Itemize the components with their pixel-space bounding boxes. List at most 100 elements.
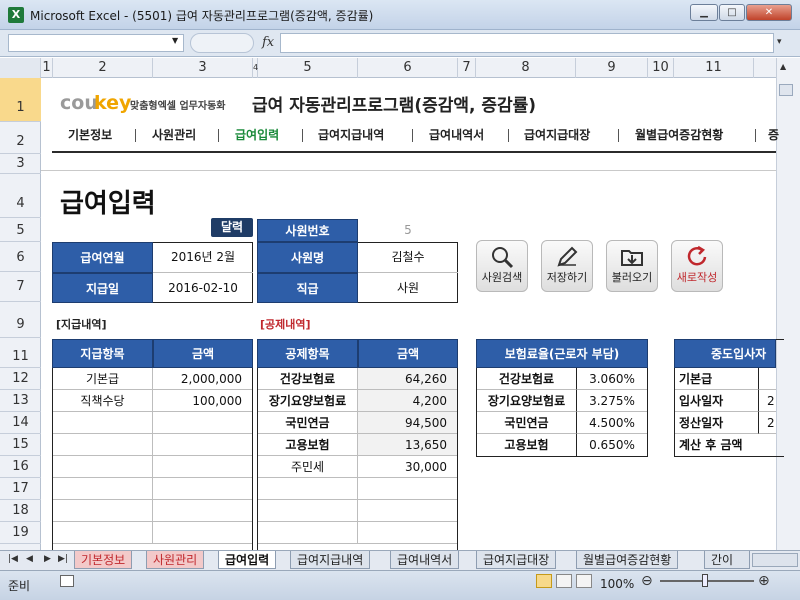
nav-item-payslip[interactable]: 급여내역서 <box>429 126 484 143</box>
row-header[interactable]: 4 <box>0 174 41 218</box>
deduction-item-cell[interactable]: 고용보험 <box>258 434 358 456</box>
nav-item-basic-info[interactable]: 기본정보 <box>68 126 112 143</box>
row-header[interactable]: 13 <box>0 390 41 412</box>
insurance-rate-cell[interactable]: 4.500% <box>577 412 647 434</box>
nav-item-more[interactable]: 증 <box>768 126 779 143</box>
pay-item-cell[interactable] <box>53 434 153 456</box>
sheet-tab[interactable]: 급여지급대장 <box>476 551 557 569</box>
deduction-item-cell[interactable] <box>258 478 358 500</box>
sheet-tab-active[interactable]: 급여입력 <box>218 551 277 569</box>
nav-item-pay-input[interactable]: 급여입력 <box>235 126 279 143</box>
column-header[interactable]: 5 <box>258 58 358 78</box>
deduction-amount-cell[interactable] <box>358 500 457 522</box>
pay-item-cell[interactable] <box>53 456 153 478</box>
deduction-amount-cell[interactable]: 30,000 <box>358 456 457 478</box>
vertical-scrollbar[interactable] <box>776 58 800 550</box>
pay-amount-cell[interactable] <box>153 478 252 500</box>
pay-item-cell[interactable] <box>53 412 153 434</box>
row-header[interactable]: 3 <box>0 154 41 174</box>
select-all-corner[interactable] <box>0 58 41 78</box>
nav-item-monthly-change[interactable]: 월별급여증감현황 <box>635 126 723 143</box>
sheet-tab[interactable]: 사원관리 <box>146 551 205 569</box>
row-header[interactable]: 7 <box>0 272 41 302</box>
pay-item-cell[interactable] <box>53 478 153 500</box>
sheet-tab[interactable]: 간이 <box>704 551 750 569</box>
column-header[interactable]: 11 <box>674 58 754 78</box>
deduction-amount-cell[interactable] <box>358 478 457 500</box>
column-header[interactable]: 8 <box>476 58 576 78</box>
pay-amount-cell[interactable] <box>153 500 252 522</box>
employee-number-value[interactable]: 5 <box>358 219 458 242</box>
search-employee-button[interactable]: 사원검색 <box>476 240 528 292</box>
save-button[interactable]: 저장하기 <box>541 240 593 292</box>
row-header[interactable]: 16 <box>0 456 41 478</box>
midjoin-value-cell[interactable] <box>759 368 776 390</box>
new-button[interactable]: 새로작성 <box>671 240 723 292</box>
row-header[interactable]: 19 <box>0 522 41 544</box>
formula-input[interactable] <box>280 33 774 53</box>
row-header[interactable]: 2 <box>0 122 41 154</box>
last-sheet-icon[interactable]: ▶| <box>58 554 68 564</box>
nav-item-pay-history[interactable]: 급여지급내역 <box>318 126 384 143</box>
column-header[interactable]: 10 <box>648 58 674 78</box>
pay-date-value[interactable]: 2016-02-10 <box>153 273 253 303</box>
pay-item-cell[interactable] <box>53 522 153 544</box>
zoom-out-icon[interactable]: ⊖ <box>641 573 653 589</box>
nav-item-pay-ledger[interactable]: 급여지급대장 <box>524 126 590 143</box>
column-header[interactable]: 1 <box>41 58 53 78</box>
insurance-rate-cell[interactable]: 0.650% <box>577 434 647 456</box>
deduction-item-cell[interactable]: 국민연금 <box>258 412 358 434</box>
pay-item-cell[interactable]: 기본급 <box>53 368 153 390</box>
fx-icon[interactable]: fx <box>262 35 274 50</box>
row-header[interactable]: 6 <box>0 242 41 272</box>
sheet-tab[interactable]: 급여내역서 <box>390 551 460 569</box>
load-button[interactable]: 불러오기 <box>606 240 658 292</box>
insurance-rate-cell[interactable]: 3.060% <box>577 368 647 390</box>
row-header[interactable]: 18 <box>0 500 41 522</box>
page-layout-icon[interactable] <box>556 574 572 588</box>
sheet-tab[interactable]: 월별급여증감현황 <box>576 551 679 569</box>
row-header[interactable]: 17 <box>0 478 41 500</box>
row-header[interactable]: 15 <box>0 434 41 456</box>
normal-view-icon[interactable] <box>536 574 552 588</box>
calendar-button[interactable]: 달력 <box>211 218 253 237</box>
deduction-item-cell[interactable]: 주민세 <box>258 456 358 478</box>
deduction-item-cell[interactable]: 장기요양보험료 <box>258 390 358 412</box>
scroll-thumb[interactable] <box>779 84 793 96</box>
pay-item-cell[interactable] <box>53 500 153 522</box>
chevron-down-icon[interactable]: ▼ <box>172 36 178 45</box>
pay-amount-cell[interactable] <box>153 412 252 434</box>
deduction-item-cell[interactable] <box>258 522 358 544</box>
deduction-item-cell[interactable]: 건강보험료 <box>258 368 358 390</box>
pay-amount-cell[interactable] <box>153 456 252 478</box>
deduction-amount-cell[interactable] <box>358 522 457 544</box>
zoom-slider-thumb[interactable] <box>702 574 708 587</box>
row-header[interactable]: 11 <box>0 338 41 368</box>
pay-amount-cell[interactable]: 2,000,000 <box>153 368 252 390</box>
prev-sheet-icon[interactable]: ◀ <box>26 554 33 564</box>
row-header[interactable]: 5 <box>0 218 41 242</box>
column-header[interactable]: 7 <box>458 58 476 78</box>
deduction-amount-cell[interactable]: 64,260 <box>358 368 457 390</box>
deduction-item-cell[interactable] <box>258 500 358 522</box>
close-button[interactable]: ✕ <box>746 4 792 21</box>
horizontal-scrollbar[interactable] <box>752 553 798 567</box>
nav-item-employee[interactable]: 사원관리 <box>152 126 196 143</box>
scroll-up-icon[interactable]: ▲ <box>780 62 786 71</box>
expand-formula-icon[interactable]: ▾ <box>777 37 782 47</box>
deduction-amount-cell[interactable]: 13,650 <box>358 434 457 456</box>
column-header[interactable]: 2 <box>53 58 153 78</box>
deduction-amount-cell[interactable]: 4,200 <box>358 390 457 412</box>
row-header[interactable]: 1 <box>0 78 41 122</box>
pay-amount-cell[interactable] <box>153 434 252 456</box>
row-header[interactable]: 12 <box>0 368 41 390</box>
sheet-tab[interactable]: 급여지급내역 <box>290 551 371 569</box>
employee-name-value[interactable]: 김철수 <box>358 242 458 273</box>
zoom-level[interactable]: 100% <box>600 577 634 591</box>
pay-amount-cell[interactable]: 100,000 <box>153 390 252 412</box>
name-box[interactable] <box>8 34 184 52</box>
pay-month-value[interactable]: 2016년 2월 <box>153 242 253 273</box>
insurance-rate-cell[interactable]: 3.275% <box>577 390 647 412</box>
page-break-icon[interactable] <box>576 574 592 588</box>
zoom-in-icon[interactable]: ⊕ <box>758 573 770 589</box>
